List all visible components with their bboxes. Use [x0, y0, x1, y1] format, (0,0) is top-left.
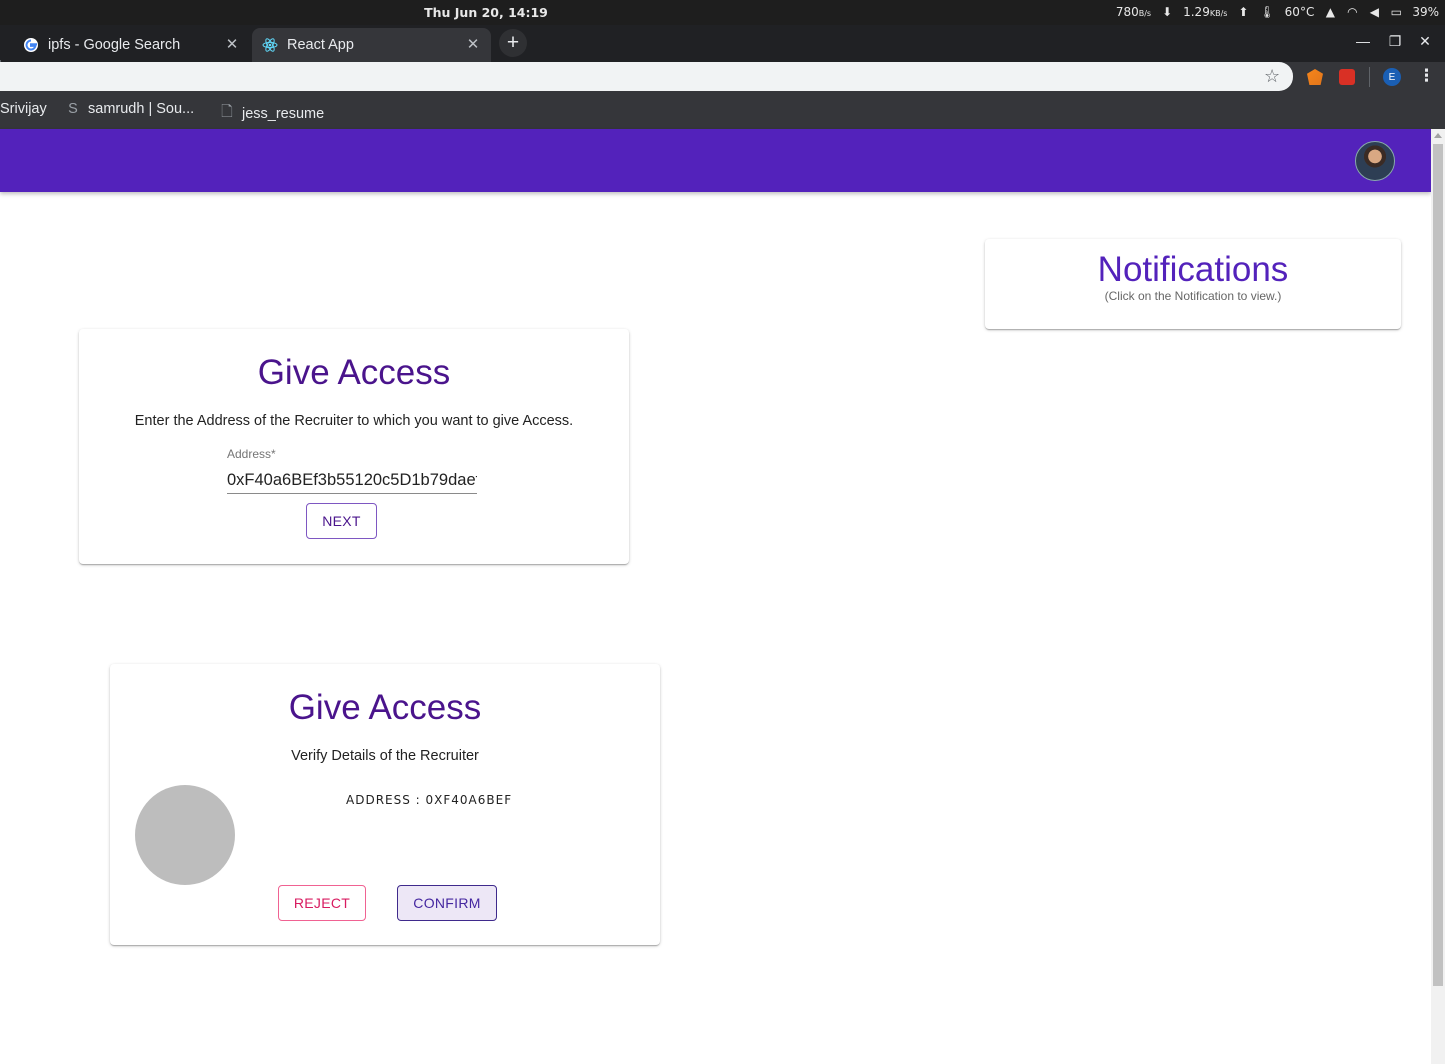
browser-menu-icon[interactable]: ⋮ [1418, 66, 1435, 86]
document-icon: 🗋 [221, 104, 233, 120]
wifi-icon: ◠ [1347, 5, 1358, 19]
close-tab-icon[interactable]: ✕ [464, 35, 482, 53]
bookmark-srivijay[interactable]: Srivijay [0, 101, 47, 117]
minimize-icon[interactable]: — [1353, 33, 1373, 49]
bookmark-label: samrudh | Sou... [88, 101, 195, 117]
tab-title: ipfs - Google Search [48, 37, 181, 53]
os-status-area[interactable]: 780B/s ⬇ 1.29KB/s ⬆ 🌡︎ 60°C ▲ ◠ ◀ ▭ 39% [1116, 5, 1439, 19]
address-input[interactable] [227, 467, 477, 494]
net-up-unit: KB/s [1209, 9, 1228, 18]
card-title: Give Access [288, 688, 482, 727]
os-top-bar: Thu Jun 20, 14:19 780B/s ⬇ 1.29KB/s ⬆ 🌡︎… [0, 0, 1445, 25]
card-description: Verify Details of the Recruiter [291, 748, 479, 764]
address-bar[interactable] [0, 62, 1293, 91]
close-tab-icon[interactable]: ✕ [223, 35, 241, 53]
google-icon [23, 37, 39, 53]
os-clock[interactable]: Thu Jun 20, 14:19 [0, 5, 972, 20]
give-access-form-card: Give Access Enter the Address of the Rec… [79, 329, 629, 564]
app-header [0, 129, 1431, 192]
net-down-value: 780 [1115, 5, 1139, 19]
user-avatar[interactable] [1355, 141, 1395, 181]
bookmark-label: Srivijay [0, 101, 47, 117]
tab-ipfs-search[interactable]: ipfs - Google Search ✕ [13, 28, 250, 62]
bookmark-samrudh[interactable]: S samrudh | Sou... [66, 101, 194, 117]
scrollbar-thumb[interactable] [1433, 144, 1443, 986]
net-up-value: 1.29 [1183, 5, 1210, 19]
net-up-speed: 1.29KB/s [1183, 5, 1227, 19]
net-down-speed: 780B/s [1116, 5, 1151, 19]
arrow-down-icon: ⬇ [1162, 5, 1173, 19]
bookmarks-bar: Srivijay S samrudh | Sou... 🗋 jess_resum… [0, 91, 1445, 129]
next-button[interactable]: NEXT [306, 503, 377, 539]
card-description: Enter the Address of the Recruiter to wh… [134, 413, 574, 429]
profile-avatar[interactable]: E [1383, 68, 1401, 86]
battery-level: 39% [1412, 5, 1439, 19]
thermometer-icon: 🌡︎ [1259, 5, 1275, 19]
tab-react-app[interactable]: React App ✕ [252, 28, 491, 62]
bookmark-star-icon[interactable]: ☆ [1264, 66, 1280, 87]
address-label: Address* [227, 447, 276, 461]
confirm-button[interactable]: CONFIRM [397, 885, 497, 921]
bookmark-label: jess_resume [242, 105, 325, 122]
bookmark-jess-resume[interactable]: 🗋 jess_resume [220, 101, 324, 126]
tab-title: React App [287, 37, 354, 53]
notifications-title: Notifications [1097, 250, 1289, 289]
scroll-up-arrow-icon[interactable] [1434, 133, 1442, 138]
battery-icon: ▭ [1390, 5, 1402, 19]
flame-icon: ▲ [1325, 5, 1335, 19]
extension-icon[interactable] [1339, 69, 1355, 85]
site-icon: S [68, 101, 78, 117]
react-icon [262, 37, 278, 53]
close-window-icon[interactable]: ✕ [1415, 33, 1435, 50]
notifications-card: Notifications (Click on the Notification… [985, 239, 1401, 329]
new-tab-button[interactable]: + [499, 29, 527, 57]
volume-icon: ◀ [1369, 5, 1379, 19]
net-down-unit: B/s [1138, 9, 1152, 18]
reject-button[interactable]: REJECT [278, 885, 366, 921]
recruiter-address: ADDRESS : 0XF40A6BEF [346, 793, 513, 807]
arrow-up-icon: ⬆ [1238, 5, 1249, 19]
notifications-hint: (Click on the Notification to view.) [1104, 289, 1282, 303]
give-access-verify-card: Give Access Verify Details of the Recrui… [110, 664, 660, 945]
card-title: Give Access [257, 353, 451, 392]
tab-strip: ipfs - Google Search ✕ React App ✕ [0, 25, 1445, 74]
restore-icon[interactable]: ❐ [1385, 33, 1405, 50]
toolbar-divider [1369, 67, 1370, 87]
temperature: 60°C [1284, 5, 1315, 19]
recruiter-avatar [135, 785, 235, 885]
